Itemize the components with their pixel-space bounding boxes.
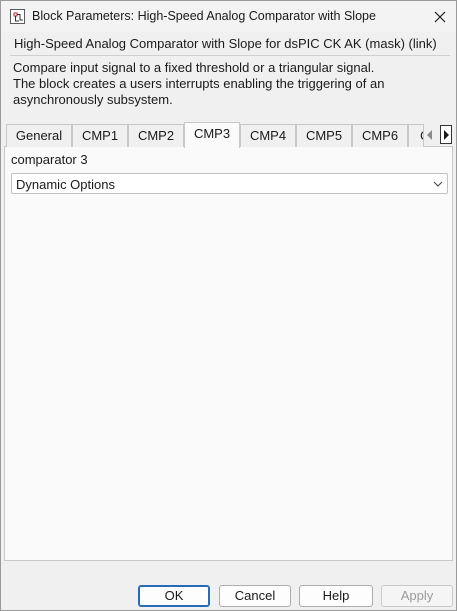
ok-button[interactable]: OK — [138, 585, 210, 607]
tab-scroll-right-button[interactable] — [440, 125, 452, 144]
dynamic-options-dropdown[interactable]: Dynamic Options — [11, 173, 448, 194]
window-title: Block Parameters: High-Speed Analog Comp… — [32, 9, 376, 23]
tab-cmp4[interactable]: CMP4 — [240, 124, 296, 147]
description-divider — [10, 55, 450, 56]
tab-bar: General CMP1 CMP2 CMP3 CMP4 CMP5 CMP6 C — [4, 122, 453, 148]
comparator-group-label: comparator 3 — [11, 152, 88, 167]
mask-header: High-Speed Analog Comparator with Slope … — [14, 36, 437, 51]
dropdown-selected-value: Dynamic Options — [16, 177, 115, 192]
help-button[interactable]: Help — [299, 585, 373, 607]
tab-cmp6[interactable]: CMP6 — [352, 124, 408, 147]
block-parameters-icon — [10, 9, 25, 24]
tab-general[interactable]: General — [6, 124, 72, 147]
tab-cmp5[interactable]: CMP5 — [296, 124, 352, 147]
close-icon — [434, 11, 446, 22]
description-line: asynchronously subsystem. — [13, 92, 173, 107]
tab-cmp2[interactable]: CMP2 — [128, 124, 184, 147]
cancel-button[interactable]: Cancel — [219, 585, 291, 607]
description-line: Compare input signal to a fixed threshol… — [13, 60, 375, 75]
apply-button[interactable]: Apply — [381, 585, 453, 607]
tab-cmp1[interactable]: CMP1 — [72, 124, 128, 147]
title-bar: Block Parameters: High-Speed Analog Comp… — [1, 1, 456, 32]
description-panel: High-Speed Analog Comparator with Slope … — [4, 32, 453, 114]
chevron-left-icon — [427, 130, 432, 140]
chevron-right-icon — [444, 129, 449, 140]
dialog-window: Block Parameters: High-Speed Analog Comp… — [0, 0, 457, 611]
description-line: The block creates a users interrupts ena… — [13, 76, 385, 91]
tab-content-panel: comparator 3 Dynamic Options — [4, 147, 453, 561]
tab-overflow[interactable]: C — [408, 124, 424, 147]
tab-scroll-left-button[interactable] — [424, 126, 436, 144]
chevron-down-icon — [433, 181, 443, 187]
close-button[interactable] — [425, 3, 455, 30]
description-text: Compare input signal to a fixed threshol… — [13, 60, 443, 108]
tab-cmp3[interactable]: CMP3 — [184, 122, 240, 148]
